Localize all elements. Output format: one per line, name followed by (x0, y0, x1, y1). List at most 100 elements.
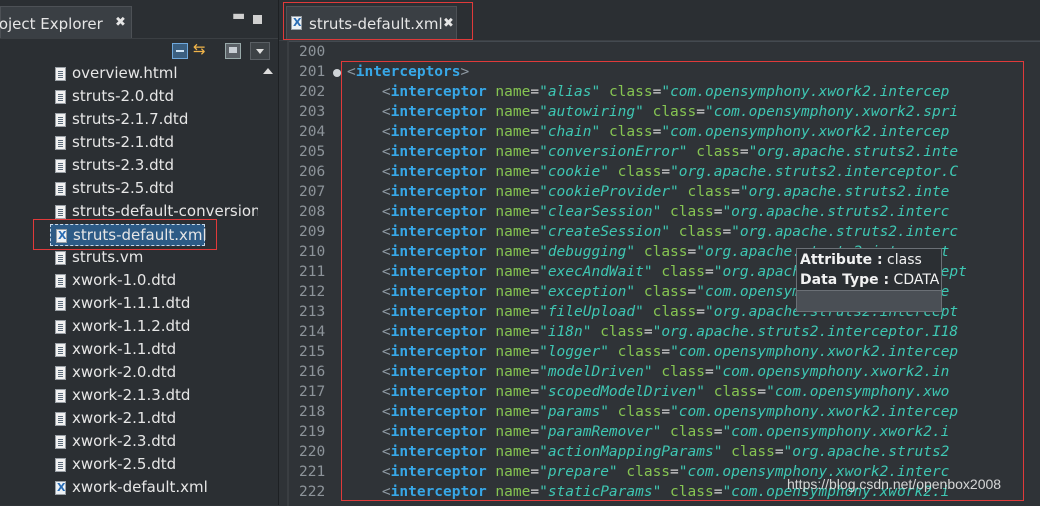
tree-item[interactable]: xwork-default.xml (50, 477, 258, 499)
line-number: 203 (299, 104, 326, 120)
tree-item[interactable]: struts.vm (50, 247, 258, 269)
line-number: 211 (299, 264, 326, 280)
tree-item-label: xwork-1.1.1.dtd (72, 294, 191, 312)
text-file-icon (55, 205, 66, 219)
tree-item-label: struts-2.5.dtd (72, 179, 175, 197)
text-file-icon (55, 90, 66, 104)
maximize-icon[interactable] (253, 15, 262, 24)
tooltip-attribute-label: Attribute : (800, 252, 883, 268)
tree-item-label: xwork-2.1.dtd (72, 409, 177, 427)
text-file-icon (55, 320, 66, 334)
project-explorer-toolbar (0, 38, 278, 63)
project-tree: overview.html struts-2.0.dtd struts-2.1.7.… (0, 62, 258, 505)
minimize-icon[interactable]: ▬ (232, 8, 245, 24)
text-file-icon (55, 159, 66, 173)
tree-item-label: xwork-1.1.2.dtd (72, 317, 191, 335)
tree-item-label: struts-2.3.dtd (72, 156, 175, 174)
line-number: 208 (299, 204, 326, 220)
line-number: 221 (299, 464, 326, 480)
tree-item[interactable]: struts-2.0.dtd (50, 86, 258, 108)
text-file-icon (55, 182, 66, 196)
close-icon[interactable]: ✖ (115, 15, 126, 30)
text-file-icon (55, 113, 66, 127)
fold-marker-icon[interactable] (333, 69, 341, 77)
tree-item[interactable]: struts-2.3.dtd (50, 155, 258, 177)
vertical-scrollbar[interactable] (258, 62, 278, 505)
tree-item-label: struts-2.1.7.dtd (72, 110, 189, 128)
tooltip-datatype-row: Data Type : CDATA (800, 272, 939, 288)
line-number: 215 (299, 344, 326, 360)
tree-item-label: xwork-2.0.dtd (72, 363, 177, 381)
watermark: https://blog.csdn.net/openbox2008 (787, 476, 1002, 492)
code-line[interactable]: 200 (289, 43, 1040, 63)
tree-item-label: overview.html (72, 64, 178, 82)
line-number: 213 (299, 304, 326, 320)
text-file-icon (55, 136, 66, 150)
line-number: 212 (299, 284, 326, 300)
tree-item-label: struts-2.1.dtd (72, 133, 175, 151)
editor-top-divider (289, 41, 1040, 42)
tree-item[interactable]: xwork-2.1.dtd (50, 408, 258, 430)
text-file-icon (55, 67, 66, 81)
tree-item-label: xwork-1.0.dtd (72, 271, 177, 289)
xml-file-icon (55, 481, 66, 495)
line-number: 206 (299, 164, 326, 180)
tooltip-datatype-label: Data Type : (800, 272, 890, 288)
tree-item[interactable]: xwork-1.1.1.dtd (50, 293, 258, 315)
text-file-icon (55, 297, 66, 311)
tree-item-label: xwork-2.5.dtd (72, 455, 177, 473)
tree-item[interactable]: xwork-1.0.dtd (50, 270, 258, 292)
line-number: 218 (299, 404, 326, 420)
tree-item[interactable]: xwork-2.1.3.dtd (50, 385, 258, 407)
tree-item-label: xwork-2.3.dtd (72, 432, 177, 450)
tree-item[interactable]: overview.html (50, 63, 258, 85)
tree-item[interactable]: xwork-2.0.dtd (50, 362, 258, 384)
scroll-up-icon[interactable] (263, 68, 273, 74)
project-explorer-panel: roject Explorer ✖ ▬ overview.html struts-… (0, 0, 279, 505)
line-number: 205 (299, 144, 326, 160)
line-number: 220 (299, 444, 326, 460)
tree-item-label: xwork-default.xml (72, 478, 208, 496)
view-menu-icon[interactable] (250, 42, 270, 60)
tree-item-label: xwork-1.1.dtd (72, 340, 177, 358)
text-file-icon (55, 389, 66, 403)
project-explorer-tabbar: roject Explorer ✖ ▬ (0, 0, 278, 38)
project-explorer-tab-label: roject Explorer (0, 15, 103, 33)
tree-item[interactable]: xwork-2.3.dtd (50, 431, 258, 453)
tree-item[interactable]: struts-2.5.dtd (50, 178, 258, 200)
filter-icon[interactable] (225, 43, 241, 59)
project-explorer-tab[interactable]: roject Explorer ✖ (0, 6, 132, 38)
text-file-icon (55, 366, 66, 380)
line-number: 217 (299, 384, 326, 400)
tree-item-label: struts.vm (72, 248, 144, 266)
tree-item[interactable]: struts-2.1.7.dtd (50, 109, 258, 131)
tree-item[interactable]: xwork-1.1.2.dtd (50, 316, 258, 338)
tree-item-label: struts-2.0.dtd (72, 87, 175, 105)
line-number: 202 (299, 84, 326, 100)
attribute-tooltip: Attribute : class Data Type : CDATA (796, 248, 942, 312)
link-with-editor-icon[interactable] (193, 40, 209, 59)
line-number: 204 (299, 124, 326, 140)
tree-item[interactable]: xwork-2.5.dtd (50, 454, 258, 476)
tab-annotation-box (283, 2, 473, 40)
tree-item-label: struts-default-conversion (72, 202, 258, 220)
eclipse-window: roject Explorer ✖ ▬ overview.html struts-… (0, 0, 1040, 506)
tree-item-label: xwork-2.1.3.dtd (72, 386, 191, 404)
tree-item[interactable]: struts-2.1.dtd (50, 132, 258, 154)
tooltip-attribute-value: class (887, 252, 922, 268)
scroll-track[interactable] (261, 80, 275, 505)
text-file-icon (55, 343, 66, 357)
collapse-all-icon[interactable] (172, 43, 188, 59)
line-number: 219 (299, 424, 326, 440)
text-file-icon (55, 251, 66, 265)
line-number: 200 (299, 44, 326, 60)
line-number: 209 (299, 224, 326, 240)
line-number: 210 (299, 244, 326, 260)
text-file-icon (55, 458, 66, 472)
line-number: 207 (299, 184, 326, 200)
line-number: 216 (299, 364, 326, 380)
tree-item[interactable]: xwork-1.1.dtd (50, 339, 258, 361)
tooltip-datatype-value: CDATA (893, 272, 940, 288)
line-number: 214 (299, 324, 326, 340)
text-file-icon (55, 435, 66, 449)
